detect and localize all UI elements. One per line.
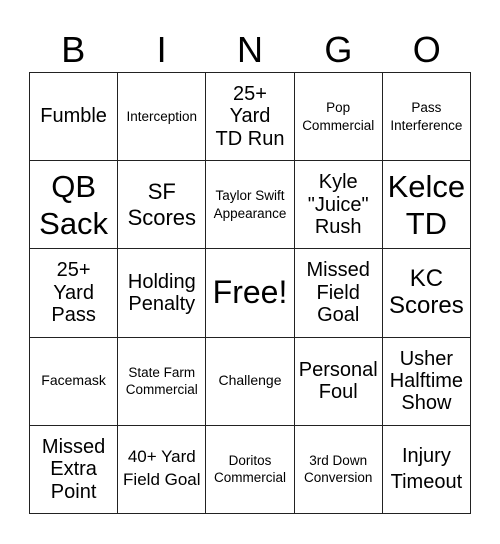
bingo-cell[interactable]: QB Sack [30, 161, 119, 250]
bingo-card: Fumble Interception 25+ Yard TD Run Pop … [29, 72, 471, 514]
header-letter-b: B [61, 29, 86, 70]
bingo-cell[interactable]: 40+ Yard Field Goal [118, 425, 207, 514]
header-letter-n: N [236, 29, 263, 70]
bingo-cell[interactable]: Interception [118, 73, 207, 162]
bingo-cell[interactable]: Taylor Swift Appearance [206, 161, 295, 250]
free-space[interactable]: Free! [206, 249, 295, 338]
bingo-cell[interactable]: State Farm Commercial [118, 337, 207, 426]
bingo-cell[interactable]: SF Scores [118, 161, 207, 250]
header-letter-g: G [324, 29, 353, 70]
bingo-cell[interactable]: Facemask [30, 337, 119, 426]
bingo-cell[interactable]: Doritos Commercial [206, 425, 295, 514]
bingo-cell[interactable]: Fumble [30, 73, 119, 162]
bingo-cell[interactable]: Challenge [206, 337, 295, 426]
bingo-header: B I N G O [29, 28, 471, 72]
header-letter-o: O [412, 29, 441, 70]
bingo-cell[interactable]: KC Scores [382, 249, 471, 338]
bingo-cell[interactable]: Kyle "Juice" Rush [294, 161, 383, 250]
bingo-cell[interactable]: Personal Foul [294, 337, 383, 426]
bingo-cell[interactable]: Pop Commercial [294, 73, 383, 162]
bingo-cell[interactable]: 25+ Yard TD Run [206, 73, 295, 162]
bingo-cell[interactable]: Usher Halftime Show [382, 337, 471, 426]
bingo-cell[interactable]: Pass Interference [382, 73, 471, 162]
bingo-cell[interactable]: 25+ Yard Pass [30, 249, 119, 338]
bingo-cell[interactable]: Holding Penalty [118, 249, 207, 338]
bingo-cell[interactable]: Injury Timeout [382, 425, 471, 514]
header-letter-i: I [156, 29, 167, 70]
bingo-cell[interactable]: 3rd Down Conversion [294, 425, 383, 514]
bingo-cell[interactable]: Missed Field Goal [294, 249, 383, 338]
bingo-cell[interactable]: Kelce TD [382, 161, 471, 250]
bingo-cell[interactable]: Missed Extra Point [30, 425, 119, 514]
